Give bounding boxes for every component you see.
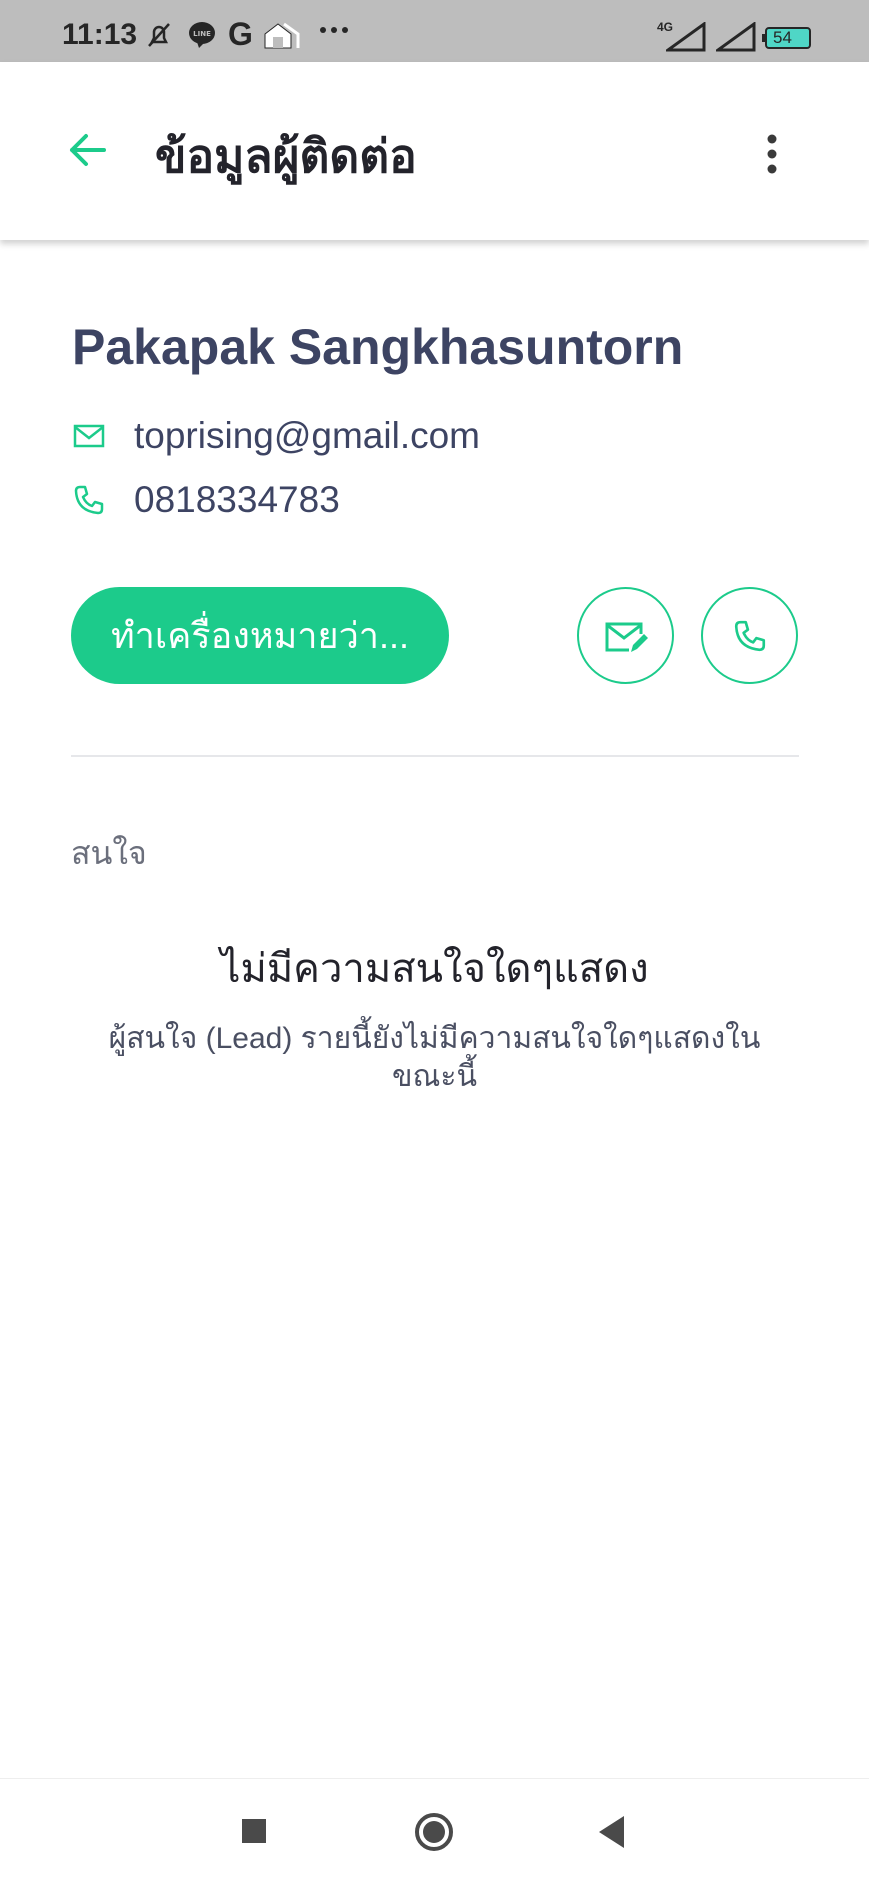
status-bar: 11:13 LINE G 4G 54 bbox=[0, 0, 869, 62]
g-icon: G bbox=[228, 16, 253, 52]
line-icon: LINE bbox=[187, 20, 217, 55]
app-bar: ข้อมูลผู้ติดต่อ bbox=[0, 62, 869, 240]
phone-icon bbox=[734, 620, 765, 651]
system-back-button[interactable] bbox=[596, 1812, 626, 1852]
triangle-back-icon bbox=[599, 1816, 624, 1848]
more-menu-button[interactable] bbox=[760, 132, 784, 176]
interests-section-label: สนใจ bbox=[71, 835, 147, 871]
mail-edit-icon bbox=[605, 622, 648, 652]
home-app-icon bbox=[262, 20, 302, 55]
page-title: ข้อมูลผู้ติดต่อ bbox=[155, 130, 417, 182]
back-button[interactable] bbox=[66, 128, 110, 172]
system-nav-bar bbox=[0, 1778, 869, 1883]
contact-phone[interactable]: 0818334783 bbox=[134, 479, 340, 521]
phone-icon bbox=[74, 485, 104, 515]
mark-as-button[interactable]: ทำเครื่องหมายว่า... bbox=[71, 587, 449, 684]
home-button[interactable] bbox=[414, 1812, 454, 1852]
signal-icon bbox=[663, 21, 708, 57]
divider bbox=[71, 755, 799, 757]
empty-state-title: ไม่มีความสนใจใดๆแสดง bbox=[220, 947, 649, 991]
call-button[interactable] bbox=[701, 587, 798, 684]
svg-text:LINE: LINE bbox=[193, 30, 211, 38]
signal-icon bbox=[713, 21, 758, 57]
mute-bell-icon bbox=[144, 20, 174, 55]
home-circle-icon bbox=[415, 1813, 453, 1851]
empty-state-description: ผู้สนใจ (Lead) รายนี้ยังไม่มีความสนใจใดๆ… bbox=[108, 1022, 761, 1093]
status-time: 11:13 bbox=[62, 18, 138, 51]
contact-phone-row: 0818334783 bbox=[72, 478, 340, 522]
arrow-left-icon bbox=[70, 134, 106, 166]
contact-email-row: toprising@gmail.com bbox=[72, 414, 480, 458]
compose-email-button[interactable] bbox=[577, 587, 674, 684]
recents-button[interactable] bbox=[242, 1819, 266, 1843]
mail-icon bbox=[73, 424, 105, 448]
battery-level: 54 bbox=[773, 28, 792, 47]
contact-name: Pakapak Sangkhasuntorn bbox=[72, 319, 684, 375]
contact-email[interactable]: toprising@gmail.com bbox=[134, 415, 480, 457]
more-notifications-icon bbox=[318, 18, 352, 47]
more-vertical-icon bbox=[767, 134, 777, 174]
